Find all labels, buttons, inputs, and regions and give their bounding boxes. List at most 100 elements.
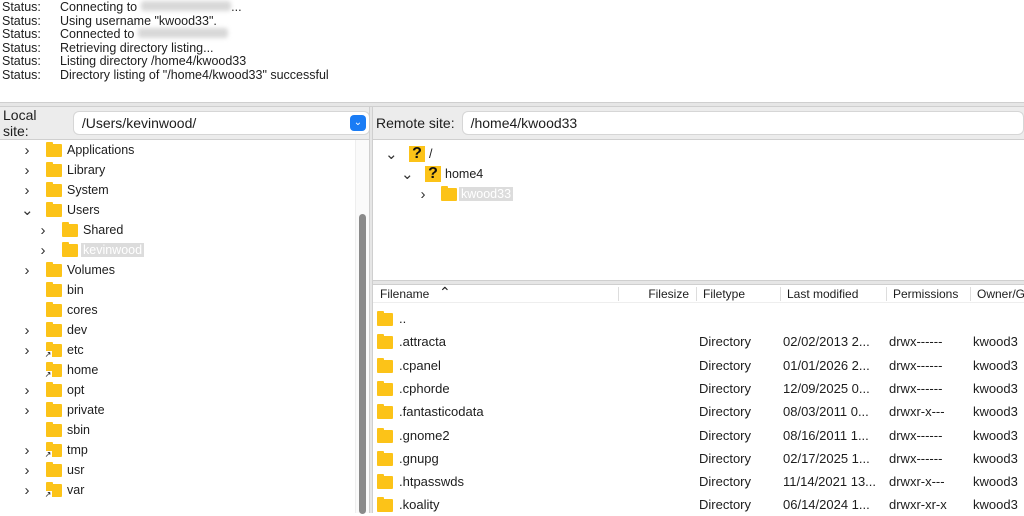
- chevron-down-icon[interactable]: ⌄: [385, 145, 398, 163]
- tree-item-cores[interactable]: cores: [0, 300, 350, 320]
- column-header-filetype[interactable]: Filetype: [703, 287, 745, 301]
- cell-modified: 02/02/2013 2...: [783, 334, 870, 350]
- remote-site-path-input[interactable]: /home4/kwood33: [462, 112, 1023, 134]
- column-separator[interactable]: [780, 287, 781, 301]
- tree-item-users[interactable]: ⌄ Users: [0, 200, 350, 220]
- log-entry: Status: Connected to: [0, 27, 1024, 42]
- tree-item-opt[interactable]: › opt: [0, 380, 350, 400]
- chevron-right-icon[interactable]: ›: [21, 462, 33, 479]
- column-header-last-modified[interactable]: Last modified: [787, 287, 858, 301]
- chevron-right-icon[interactable]: ›: [21, 442, 33, 459]
- redacted-address: [138, 28, 229, 38]
- log-text: Retrieving directory listing...: [60, 40, 214, 55]
- tree-item-kevinwood[interactable]: › kevinwood: [0, 240, 350, 260]
- log-label: Status:: [2, 27, 41, 41]
- tree-item-usr[interactable]: › usr: [0, 460, 350, 480]
- chevron-right-icon[interactable]: ›: [37, 222, 49, 239]
- cell-type: Directory: [699, 357, 752, 373]
- remote-tree-item[interactable]: ⌄? /: [373, 144, 1013, 164]
- file-row[interactable]: .cpanel Directory 01/01/2026 2... drwx-----…: [373, 354, 1024, 377]
- tree-item-volumes[interactable]: › Volumes: [0, 260, 350, 280]
- tree-item-system[interactable]: › System: [0, 180, 350, 200]
- chevron-right-icon[interactable]: ›: [21, 142, 33, 159]
- tree-item-home[interactable]: ↗ home: [0, 360, 350, 380]
- cell-type: Directory: [699, 334, 752, 350]
- column-separator[interactable]: [970, 287, 971, 301]
- file-row[interactable]: .cphorde Directory 12/09/2025 0... drwx----…: [373, 377, 1024, 400]
- cell-owner: kwood3: [973, 474, 1018, 490]
- chevron-down-icon[interactable]: ⌄: [401, 165, 414, 183]
- file-row[interactable]: .gnupg Directory 02/17/2025 1... drwx------…: [373, 447, 1024, 470]
- remote-site-bar: Remote site: /home4/kwood33: [373, 107, 1024, 140]
- chevron-right-icon[interactable]: ›: [417, 186, 429, 203]
- remote-file-list: Filename Filesize Filetype Last modified Per…: [373, 284, 1024, 513]
- file-row[interactable]: .fantasticodata Directory 08/03/2011 0... d…: [373, 400, 1024, 423]
- chevron-right-icon[interactable]: ›: [21, 402, 33, 419]
- file-row[interactable]: ..: [373, 307, 1024, 330]
- column-header-filesize[interactable]: Filesize: [648, 287, 689, 301]
- cell-perms: drwx------: [889, 380, 943, 396]
- column-separator[interactable]: [618, 287, 619, 301]
- tree-item-shared[interactable]: › Shared: [0, 220, 350, 240]
- remote-tree-item[interactable]: › kwood33: [373, 184, 1013, 204]
- file-row[interactable]: .gnome2 Directory 08/16/2011 1... drwx-----…: [373, 424, 1024, 447]
- chevron-right-icon[interactable]: ›: [37, 242, 49, 259]
- remote-tree-item[interactable]: ⌄? home4: [373, 164, 1013, 184]
- local-site-path-input[interactable]: /Users/kevinwood/ ⌄: [73, 112, 369, 134]
- column-header-owner[interactable]: Owner/G: [977, 287, 1024, 301]
- tree-item-label: Library: [67, 163, 106, 177]
- chevron-right-icon[interactable]: ›: [21, 262, 33, 279]
- chevron-right-icon[interactable]: ›: [21, 322, 33, 339]
- local-tree-scrollbar[interactable]: [355, 140, 369, 514]
- file-row[interactable]: .htpasswds Directory 11/14/2021 13... drwxr…: [373, 470, 1024, 493]
- cell-name: .fantasticodata: [399, 404, 484, 420]
- chevron-right-icon[interactable]: ›: [21, 382, 33, 399]
- log-text: Connecting to: [60, 0, 138, 14]
- tree-item-bin[interactable]: bin: [0, 280, 350, 300]
- cell-modified: 08/03/2011 0...: [783, 404, 869, 420]
- tree-item-private[interactable]: › private: [0, 400, 350, 420]
- column-header-filename[interactable]: Filename: [380, 287, 429, 301]
- cell-name: .cphorde: [399, 380, 450, 396]
- tree-item-label: Volumes: [67, 263, 115, 277]
- tree-item-tmp[interactable]: › ↗ tmp: [0, 440, 350, 460]
- tree-item-dev[interactable]: › dev: [0, 320, 350, 340]
- tree-item-label: opt: [67, 383, 85, 397]
- chevron-right-icon[interactable]: ›: [21, 162, 33, 179]
- chevron-right-icon[interactable]: ›: [21, 182, 33, 199]
- chevron-right-icon[interactable]: ›: [21, 342, 33, 359]
- remote-tree-label: kwood33: [459, 187, 514, 201]
- cell-owner: kwood3: [973, 357, 1018, 373]
- folder-icon: [377, 450, 393, 466]
- folder-icon: [377, 427, 393, 443]
- chevron-down-icon[interactable]: ⌄: [350, 115, 366, 131]
- tree-item-var[interactable]: › ↗ var: [0, 480, 350, 500]
- cell-name: .gnome2: [399, 427, 450, 443]
- column-separator[interactable]: [696, 287, 697, 301]
- symlink-arrow-icon: ↗: [44, 450, 52, 459]
- scrollbar-thumb[interactable]: [359, 214, 366, 514]
- folder-icon: [46, 282, 62, 297]
- tree-item-label: dev: [67, 323, 88, 337]
- log-text: Connected to: [60, 27, 135, 41]
- cell-name: .cpanel: [399, 357, 441, 373]
- tree-item-etc[interactable]: › ↗ etc: [0, 340, 350, 360]
- tree-item-applications[interactable]: › Applications: [0, 140, 350, 160]
- cell-modified: 02/17/2025 1...: [783, 450, 870, 466]
- cell-name: .htpasswds: [399, 474, 465, 490]
- tree-item-library[interactable]: › Library: [0, 160, 350, 180]
- cell-owner: kwood3: [973, 404, 1018, 420]
- log-suffix: ...: [231, 0, 242, 14]
- log-entry: Status: Listing directory /home4/kwood33: [0, 54, 1024, 69]
- column-separator[interactable]: [886, 287, 887, 301]
- tree-item-sbin[interactable]: sbin: [0, 420, 350, 440]
- folder-icon: [46, 402, 62, 417]
- chevron-down-icon[interactable]: ⌄: [21, 201, 34, 219]
- file-row[interactable]: .attracta Directory 02/02/2013 2... drwx---…: [373, 330, 1024, 353]
- column-header-permissions[interactable]: Permissions: [893, 287, 958, 301]
- sort-ascending-icon[interactable]: ⌃: [439, 284, 451, 301]
- chevron-right-icon[interactable]: ›: [21, 482, 33, 499]
- cell-owner: kwood3: [973, 334, 1018, 350]
- cell-name: .attracta: [399, 334, 446, 350]
- cell-name: .gnupg: [399, 450, 439, 466]
